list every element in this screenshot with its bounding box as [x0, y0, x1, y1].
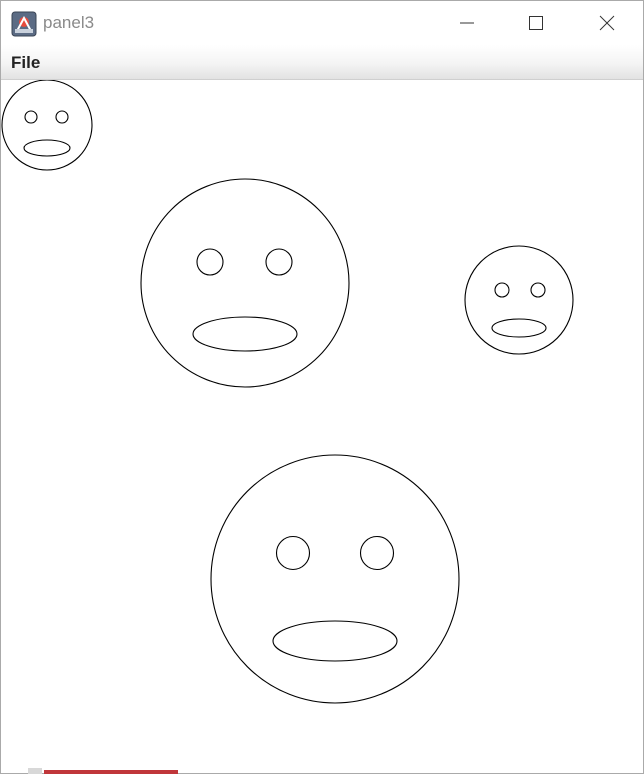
java-app-icon: [11, 11, 37, 37]
maximize-icon: [529, 16, 543, 30]
drawing-canvas[interactable]: [1, 79, 643, 773]
taskbar-edge: [28, 768, 42, 774]
minimize-icon: [460, 22, 474, 24]
maximize-button[interactable]: [502, 1, 570, 45]
face-medium-right: [464, 245, 574, 355]
app-window: panel3 File: [0, 0, 644, 774]
close-button[interactable]: [573, 1, 641, 45]
taskbar-edge-accent: [44, 770, 178, 774]
face-large-bottom: [210, 454, 460, 704]
minimize-button[interactable]: [433, 1, 501, 45]
smiley-faces-drawing: [1, 79, 574, 704]
menu-bar: File: [1, 45, 643, 80]
window-title: panel3: [43, 13, 95, 32]
face-large-center: [140, 178, 350, 388]
menu-file[interactable]: File: [11, 53, 40, 73]
close-icon: [599, 15, 615, 31]
face-small-top-left: [1, 79, 93, 171]
title-bar[interactable]: panel3: [1, 1, 643, 45]
